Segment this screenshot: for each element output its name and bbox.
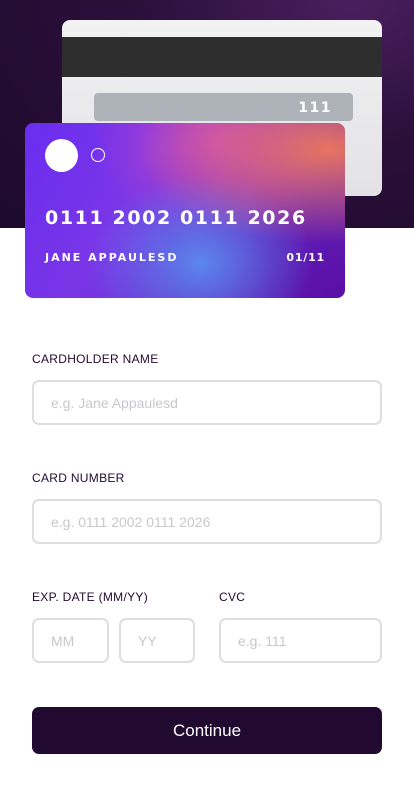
exp-date-label: EXP. DATE (MM/YY) [32,590,149,604]
exp-year-placeholder: YY [138,632,157,649]
exp-month-input[interactable]: MM [32,618,109,663]
cardholder-name-placeholder: e.g. Jane Appaulesd [51,394,178,411]
cvc-label: CVC [219,590,246,604]
card-front-expiry: 01/11 [286,251,325,264]
card-number-input[interactable]: e.g. 0111 2002 0111 2026 [32,499,382,544]
card-number-placeholder: e.g. 0111 2002 0111 2026 [51,513,211,530]
exp-month-placeholder: MM [51,632,75,649]
card-back-cvc: 111 [298,100,332,116]
card-front-number: 0111 2002 0111 2026 [45,207,307,229]
card-logo-circle-icon [45,139,78,172]
magnetic-stripe [62,37,382,77]
card-front: 0111 2002 0111 2026 JANE APPAULESD 01/11 [25,123,345,298]
page: 111 0111 2002 0111 2026 JANE APPAULESD 0… [0,0,414,786]
continue-button[interactable]: Continue [32,707,382,754]
cardholder-name-label: CARDHOLDER NAME [32,352,159,366]
card-front-holder: JANE APPAULESD [45,251,179,264]
cvc-input[interactable]: e.g. 111 [219,618,382,663]
card-number-label: CARD NUMBER [32,471,125,485]
cvc-placeholder: e.g. 111 [238,632,287,649]
cardholder-name-input[interactable]: e.g. Jane Appaulesd [32,380,382,425]
card-logo-ring-icon [91,148,105,162]
exp-year-input[interactable]: YY [119,618,195,663]
